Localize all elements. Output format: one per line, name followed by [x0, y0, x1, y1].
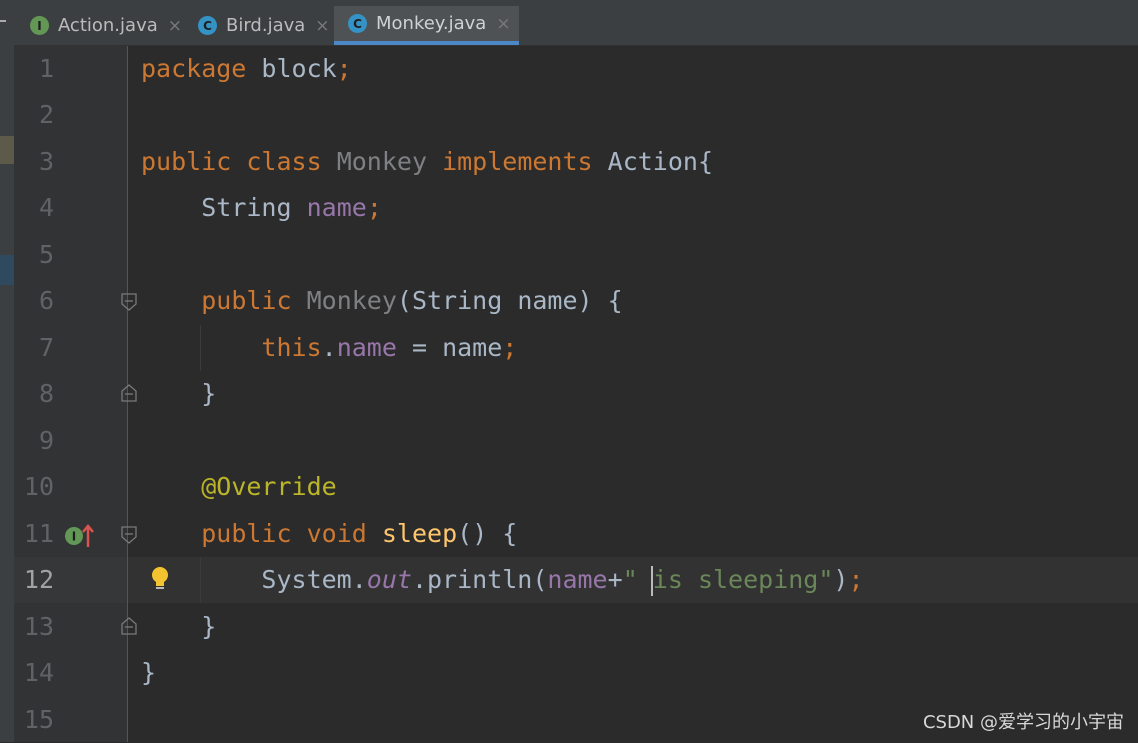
tab-label: Action.java	[57, 15, 158, 36]
keyword: package	[141, 54, 247, 83]
class-ref: System.	[261, 565, 367, 594]
side-strip-marker	[0, 20, 6, 22]
code-line-4: String name;	[141, 185, 382, 231]
code-line-10: @Override	[141, 464, 337, 510]
semicolon: ;	[366, 193, 382, 222]
semicolon: ;	[502, 333, 518, 362]
line-number: 11	[23, 519, 54, 548]
keyword: this	[261, 333, 322, 362]
code-line-11: public void sleep() {	[141, 511, 517, 557]
keyword: void	[306, 519, 367, 548]
code-line-8: }	[141, 371, 216, 417]
operator: +	[607, 565, 623, 594]
side-tool-strip	[0, 0, 14, 742]
tab-label: Bird.java	[226, 15, 306, 36]
field-name: name	[336, 333, 397, 362]
class-name: Monkey	[336, 147, 428, 176]
static-field: out	[366, 565, 412, 594]
class-icon: C	[198, 16, 217, 35]
keyword: public	[201, 286, 292, 315]
code-line-1: package block;	[141, 46, 352, 92]
parameter-list: (String name) {	[396, 286, 623, 315]
line-number: 8	[38, 379, 54, 408]
fold-end-icon[interactable]	[121, 617, 137, 635]
type-name: String	[201, 193, 292, 222]
fold-start-icon[interactable]	[121, 526, 137, 544]
line-number: 1	[38, 54, 54, 83]
line-number: 10	[23, 472, 54, 501]
semicolon: ;	[336, 54, 352, 83]
close-paren: )	[833, 565, 849, 594]
keyword: implements	[442, 147, 593, 176]
dot: .	[321, 333, 337, 362]
string-literal: " is sleeping"	[622, 565, 834, 594]
line-number: 4	[38, 193, 54, 222]
svg-text:I: I	[72, 530, 76, 544]
closing-brace: }	[141, 658, 157, 687]
tab-bird-java[interactable]: C Bird.java ×	[184, 6, 334, 45]
annotation: @Override	[201, 472, 337, 501]
code-line-6: public Monkey(String name) {	[141, 278, 623, 324]
code-editor[interactable]: 1 2 3 4 5 6 7 8 9 10 11 12 13 14 15 I pa…	[14, 46, 1138, 742]
text-caret	[651, 566, 653, 596]
tab-monkey-java[interactable]: C Monkey.java ×	[334, 6, 519, 45]
field-name: name	[547, 565, 608, 594]
method-name: sleep	[381, 519, 458, 548]
code-line-13: }	[141, 604, 216, 650]
side-strip-highlight	[0, 136, 14, 164]
assignment: = name	[396, 333, 503, 362]
implements-method-icon[interactable]: I	[64, 523, 104, 549]
line-number: 9	[38, 426, 54, 455]
method-params: () {	[457, 519, 518, 548]
line-number: 3	[38, 147, 54, 176]
close-icon[interactable]: ×	[168, 16, 182, 36]
fold-end-icon[interactable]	[121, 384, 137, 402]
fold-start-icon[interactable]	[121, 293, 137, 311]
line-number: 2	[38, 100, 54, 129]
close-icon[interactable]: ×	[315, 16, 329, 36]
closing-brace: }	[201, 379, 217, 408]
line-number: 5	[38, 240, 54, 269]
line-number: 15	[23, 705, 54, 734]
code-line-12: System.out.println(name+" is sleeping");	[141, 557, 864, 603]
semicolon: ;	[848, 565, 864, 594]
field-name: name	[306, 193, 367, 222]
line-number: 14	[23, 658, 54, 687]
line-number: 7	[38, 333, 54, 362]
tab-label: Monkey.java	[376, 13, 487, 34]
keyword: public	[201, 519, 292, 548]
editor-tab-bar: I Action.java × C Bird.java × C Monkey.j…	[14, 0, 1138, 46]
interface-icon: I	[30, 16, 49, 35]
line-number-current: 12	[23, 565, 54, 594]
keyword: public	[141, 147, 232, 176]
class-icon: C	[348, 14, 367, 33]
code-line-3: public class Monkey implements Action{	[141, 139, 713, 185]
closing-brace: }	[201, 612, 217, 641]
interface-name: Action{	[607, 147, 714, 176]
method-call: .println(	[411, 565, 548, 594]
line-number: 13	[23, 612, 54, 641]
side-strip-selection	[0, 255, 14, 285]
watermark: CSDN @爱学习的小宇宙	[922, 712, 1124, 733]
package-name: block	[246, 54, 337, 83]
code-line-14: }	[141, 650, 156, 696]
close-icon[interactable]: ×	[496, 14, 510, 34]
line-number: 6	[38, 286, 54, 315]
constructor-name: Monkey	[306, 286, 397, 315]
code-line-7: this.name = name;	[141, 325, 517, 371]
tab-action-java[interactable]: I Action.java ×	[16, 6, 182, 45]
keyword: class	[246, 147, 322, 176]
